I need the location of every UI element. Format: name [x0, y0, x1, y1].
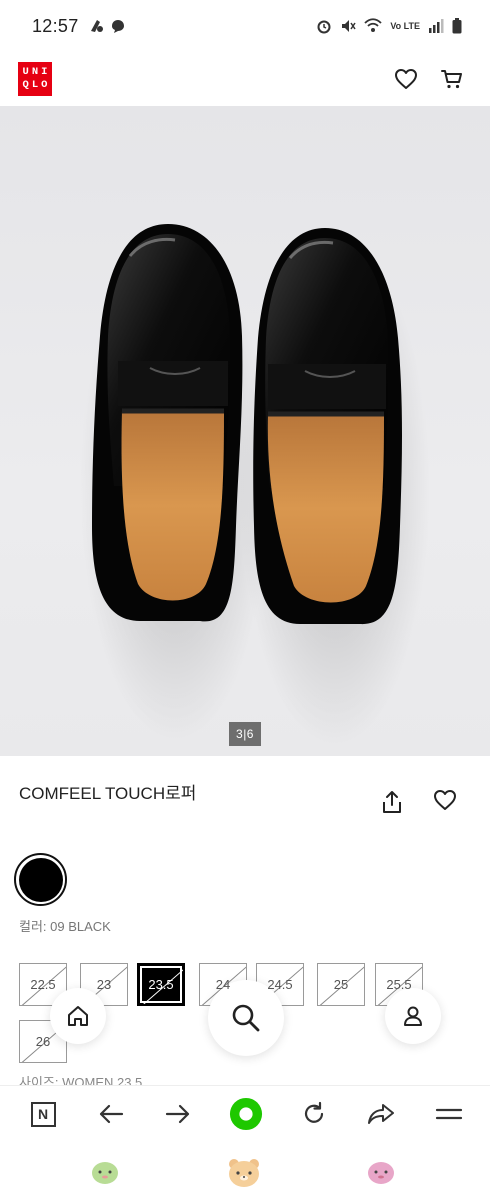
network-type-label: Vo LTE [390, 21, 420, 31]
gesture-bar [0, 1142, 490, 1200]
product-image-loafers [80, 224, 430, 746]
wifi-icon [364, 18, 382, 32]
signal-icon [429, 19, 444, 33]
product-wishlist-heart-icon[interactable] [433, 789, 457, 811]
cart-icon[interactable] [440, 67, 464, 91]
size-option-label: 22.5 [30, 977, 56, 992]
hamburger-icon [435, 1108, 463, 1120]
color-swatch-black[interactable] [14, 853, 67, 906]
back-button[interactable] [94, 1097, 128, 1131]
green-dot-button[interactable] [229, 1097, 263, 1131]
size-option-25[interactable]: 25 [317, 963, 365, 1006]
green-dot-icon [229, 1097, 263, 1131]
logo-letter: Q [22, 79, 29, 91]
naver-home-button[interactable]: N [26, 1097, 60, 1131]
size-option-label: 26 [35, 1034, 51, 1049]
size-option-23-5-selected[interactable]: 23.5 [137, 963, 185, 1006]
image-counter: 3|6 [229, 722, 261, 746]
selected-size-label: 사이즈: WOMEN 23.5 [19, 1075, 143, 1086]
notification-chat-icon [111, 20, 124, 33]
pink-bean-character-icon[interactable] [366, 1159, 396, 1185]
share-icon[interactable] [380, 789, 404, 815]
forward-button[interactable] [161, 1097, 195, 1131]
color-swatch-fill [18, 857, 63, 902]
green-bean-character-icon[interactable] [90, 1159, 120, 1185]
product-image-carousel[interactable] [0, 106, 490, 756]
logo-letter: I [41, 66, 48, 78]
size-option-label: 23.5 [148, 977, 174, 992]
status-system-icons: Vo LTE [316, 18, 462, 34]
status-bar: 12:57 Vo LTE [0, 0, 490, 52]
logo-letter: L [31, 79, 39, 91]
app-header: U N I Q L O [0, 52, 490, 106]
logo-letter: U [22, 66, 29, 78]
logo-letter: N [31, 66, 39, 78]
wishlist-heart-icon[interactable] [394, 68, 418, 90]
floating-profile-button[interactable] [385, 988, 441, 1044]
size-option-label: 23 [96, 977, 112, 992]
logo-letter: O [41, 79, 48, 91]
share-arrow-icon [368, 1104, 395, 1124]
bear-character-icon[interactable] [226, 1156, 262, 1188]
arrow-right-icon [166, 1104, 190, 1124]
naver-n-icon: N [30, 1101, 56, 1127]
size-option-label: 25.5 [386, 977, 412, 992]
arrow-left-icon [99, 1104, 123, 1124]
home-icon [68, 1006, 88, 1026]
person-icon [404, 1006, 422, 1026]
uniqlo-logo[interactable]: U N I Q L O [18, 62, 52, 96]
reload-button[interactable] [297, 1097, 331, 1131]
product-title: COMFEEL TOUCH로퍼 [19, 784, 197, 803]
battery-icon [452, 18, 462, 34]
search-icon [232, 1004, 260, 1032]
alarm-icon [317, 20, 331, 34]
mute-icon [342, 20, 356, 32]
notification-app-icon [90, 20, 103, 32]
status-time: 12:57 [32, 15, 79, 36]
color-label: 컬러: 09 BLACK [19, 919, 111, 934]
status-notification-icons [87, 17, 127, 35]
size-option-label: 25 [333, 977, 349, 992]
reload-icon [304, 1101, 323, 1123]
share-page-button[interactable] [364, 1097, 398, 1131]
menu-button[interactable] [432, 1097, 466, 1131]
browser-toolbar: N [0, 1085, 490, 1142]
floating-home-button[interactable] [50, 988, 106, 1044]
size-option-label: 24.5 [267, 977, 293, 992]
size-option-label: 24 [215, 977, 231, 992]
